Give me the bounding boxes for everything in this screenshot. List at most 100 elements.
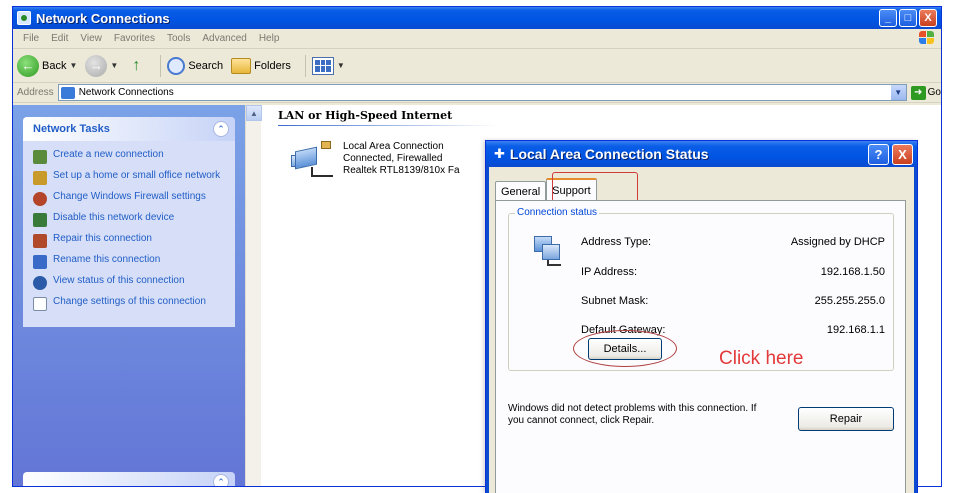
address-bar: Address Network Connections ▼ ➜ Go (13, 83, 941, 103)
field-value: 192.168.1.1 (826, 324, 885, 336)
toolbar-separator (160, 54, 162, 77)
search-label: Search (188, 59, 224, 72)
click-here-annotation: Click here (719, 348, 804, 369)
go-button[interactable]: ➜ Go (910, 85, 941, 100)
windows-logo-icon (919, 31, 935, 46)
firewall-icon (33, 192, 47, 206)
group-divider (278, 125, 498, 126)
folders-button[interactable]: Folders (231, 57, 291, 74)
task-change-settings[interactable]: Change settings of this connection (33, 296, 227, 311)
toolbar-separator (304, 54, 306, 77)
views-icon (311, 56, 334, 75)
menu-tools[interactable]: Tools (161, 33, 196, 44)
dialog-title: Local Area Connection Status (509, 146, 709, 162)
task-label: Set up a home or small office network (53, 170, 221, 181)
field-value: 192.168.1.50 (820, 266, 885, 278)
minimize-button[interactable]: _ (879, 9, 897, 27)
views-button[interactable]: ▼ (311, 56, 345, 75)
group-label: Connection status (515, 207, 600, 218)
dialog-titlebar[interactable]: ✚ Local Area Connection Status ? X (486, 141, 917, 167)
rename-icon (33, 255, 47, 269)
toolbar: ← Back ▼ → ▼ ↑ Search Folders ▼ (13, 49, 941, 83)
task-rename-connection[interactable]: Rename this connection (33, 254, 227, 269)
task-firewall-settings[interactable]: Change Windows Firewall settings (33, 191, 227, 206)
back-button[interactable]: ← Back ▼ (17, 54, 77, 77)
network-connections-icon (60, 86, 75, 99)
network-tasks-panel: Network Tasks ⌃ Create a new connection … (23, 117, 235, 327)
task-label: Repair this connection (53, 233, 152, 244)
connection-adapter: Realtek RTL8139/810x Fa (343, 165, 460, 176)
window-title: Network Connections (36, 10, 170, 26)
forward-dropdown-icon[interactable]: ▼ (110, 61, 118, 70)
connection-status-group: Connection status Address Type: Assigned… (508, 207, 894, 371)
task-disable-device[interactable]: Disable this network device (33, 212, 227, 227)
diagnosis-text: Windows did not detect problems with thi… (508, 403, 757, 426)
network-plug-icon: ✚ (494, 146, 505, 161)
menu-help[interactable]: Help (253, 33, 286, 44)
dialog-controls: ? X (868, 144, 913, 165)
support-tab-highlight (552, 172, 638, 202)
lan-connection-item[interactable]: Local Area Connection Connected, Firewal… (343, 141, 460, 177)
views-dropdown-icon[interactable]: ▼ (337, 61, 345, 70)
forward-button[interactable]: → ▼ (85, 54, 118, 77)
menu-bar: File Edit View Favorites Tools Advanced … (13, 29, 941, 49)
disable-device-icon (33, 213, 47, 227)
folders-icon (231, 57, 252, 74)
search-button[interactable]: Search (167, 56, 224, 75)
repair-button[interactable]: Repair (798, 407, 894, 431)
close-button[interactable]: X (919, 9, 937, 27)
menu-view[interactable]: View (74, 33, 108, 44)
maximize-button[interactable]: □ (899, 9, 917, 27)
task-label: Change settings of this connection (53, 296, 206, 307)
task-create-connection[interactable]: Create a new connection (33, 149, 227, 164)
support-tab-panel: Connection status Address Type: Assigned… (495, 200, 906, 493)
address-field[interactable]: Network Connections ▼ (57, 84, 907, 101)
address-label: Address (17, 87, 54, 98)
dialog-body: General Support Connection status Addres… (489, 167, 914, 493)
task-repair-connection[interactable]: Repair this connection (33, 233, 227, 248)
up-button[interactable]: ↑ (126, 56, 146, 76)
up-folder-icon: ↑ (132, 56, 141, 74)
details-button[interactable]: Details... (588, 338, 662, 360)
back-dropdown-icon[interactable]: ▼ (69, 61, 77, 70)
address-dropdown-icon[interactable]: ▼ (890, 85, 906, 100)
menu-file[interactable]: File (17, 33, 45, 44)
address-value: Network Connections (78, 87, 174, 98)
window-controls: _ □ X (879, 9, 937, 27)
repair-icon (33, 234, 47, 248)
connection-status-dialog: ✚ Local Area Connection Status ? X Gener… (485, 140, 918, 493)
field-value: Assigned by DHCP (790, 236, 885, 248)
other-places-panel-header[interactable]: ⌃ (23, 472, 235, 486)
address-type-row: Address Type: Assigned by DHCP (581, 236, 885, 248)
task-view-status[interactable]: View status of this connection (33, 275, 227, 290)
network-tasks-header[interactable]: Network Tasks ⌃ (23, 117, 235, 141)
go-label: Go (927, 87, 941, 98)
window-titlebar[interactable]: Network Connections _ □ X (13, 7, 941, 29)
change-settings-icon (33, 297, 47, 311)
menu-advanced[interactable]: Advanced (196, 33, 252, 44)
back-arrow-icon: ← (17, 54, 39, 77)
collapse-icon[interactable]: ⌃ (213, 121, 229, 137)
task-pane: Network Tasks ⌃ Create a new connection … (13, 105, 245, 486)
vertical-scrollbar[interactable]: ▲ (245, 105, 262, 486)
field-value: 255.255.255.0 (814, 295, 885, 307)
dialog-close-button[interactable]: X (892, 144, 913, 165)
connection-name: Local Area Connection (343, 141, 444, 152)
task-label: Create a new connection (53, 149, 164, 160)
menu-edit[interactable]: Edit (45, 33, 74, 44)
network-status-icon (531, 234, 565, 268)
new-connection-icon (33, 150, 47, 164)
help-button[interactable]: ? (868, 144, 889, 165)
collapse-icon[interactable]: ⌃ (213, 474, 229, 486)
task-home-network[interactable]: Set up a home or small office network (33, 170, 227, 185)
task-list: Create a new connection Set up a home or… (23, 141, 235, 327)
tab-general[interactable]: General (495, 181, 547, 201)
search-icon (167, 56, 186, 75)
folders-label: Folders (254, 59, 291, 72)
subnet-mask-row: Subnet Mask: 255.255.255.0 (581, 295, 885, 307)
lan-connection-icon[interactable] (291, 141, 335, 181)
task-label: Rename this connection (53, 254, 161, 265)
menu-favorites[interactable]: Favorites (108, 33, 161, 44)
task-label: Disable this network device (53, 212, 175, 223)
scroll-up-icon[interactable]: ▲ (246, 105, 262, 121)
